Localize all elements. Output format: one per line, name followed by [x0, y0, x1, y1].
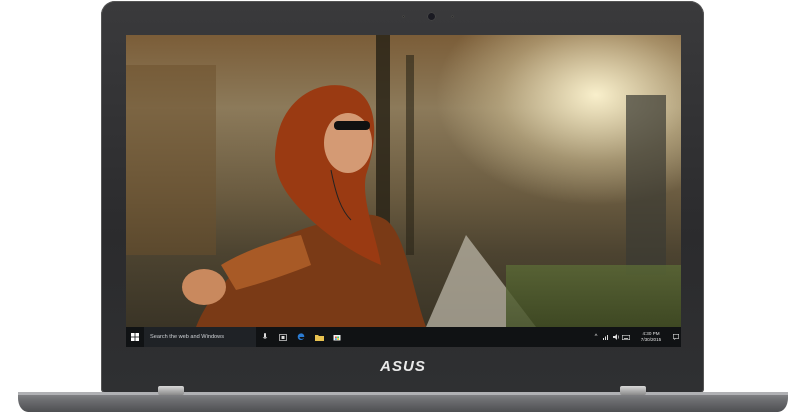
brand-logo: ASUS [380, 358, 426, 375]
action-center-button[interactable] [671, 327, 681, 347]
desktop-wallpaper [126, 35, 681, 327]
search-placeholder: Search the web and Windows [150, 334, 225, 340]
file-explorer-icon [314, 334, 324, 341]
hinge-right [620, 386, 646, 395]
clock[interactable]: 4:30 PM 7/30/2015 [631, 331, 671, 343]
wallpaper-person [182, 85, 426, 327]
file-explorer-button[interactable] [310, 327, 328, 347]
task-view-icon [279, 333, 287, 341]
chevron-up-icon[interactable]: ^ [591, 327, 601, 347]
base-edge [18, 392, 788, 395]
hinge-left [158, 386, 184, 395]
system-tray: ^ 4:30 PM 7/30/2015 [591, 327, 681, 347]
speaker-icon[interactable] [611, 327, 621, 347]
start-button[interactable] [126, 327, 144, 347]
laptop: Search the web and Windows ^ 4:30 PM 7/3… [0, 0, 800, 416]
webcam-icon [427, 12, 436, 21]
task-view-button[interactable] [274, 327, 292, 347]
store-icon [333, 335, 341, 341]
microphone-icon [262, 333, 268, 339]
screen: Search the web and Windows ^ 4:30 PM 7/3… [126, 35, 681, 347]
microphone-button[interactable] [256, 327, 274, 347]
clock-date: 7/30/2015 [640, 337, 662, 342]
laptop-base [18, 392, 788, 412]
network-icon[interactable] [601, 327, 611, 347]
search-box[interactable]: Search the web and Windows [144, 327, 256, 347]
sensor-icon [402, 15, 405, 18]
edge-button[interactable] [292, 327, 310, 347]
taskbar: Search the web and Windows ^ 4:30 PM 7/3… [126, 327, 681, 347]
windows-logo-icon [131, 333, 139, 341]
sensor-icon [451, 15, 454, 18]
keyboard-icon[interactable] [621, 327, 631, 347]
edge-icon [297, 333, 305, 340]
notification-icon [673, 334, 679, 340]
store-button[interactable] [328, 327, 346, 347]
